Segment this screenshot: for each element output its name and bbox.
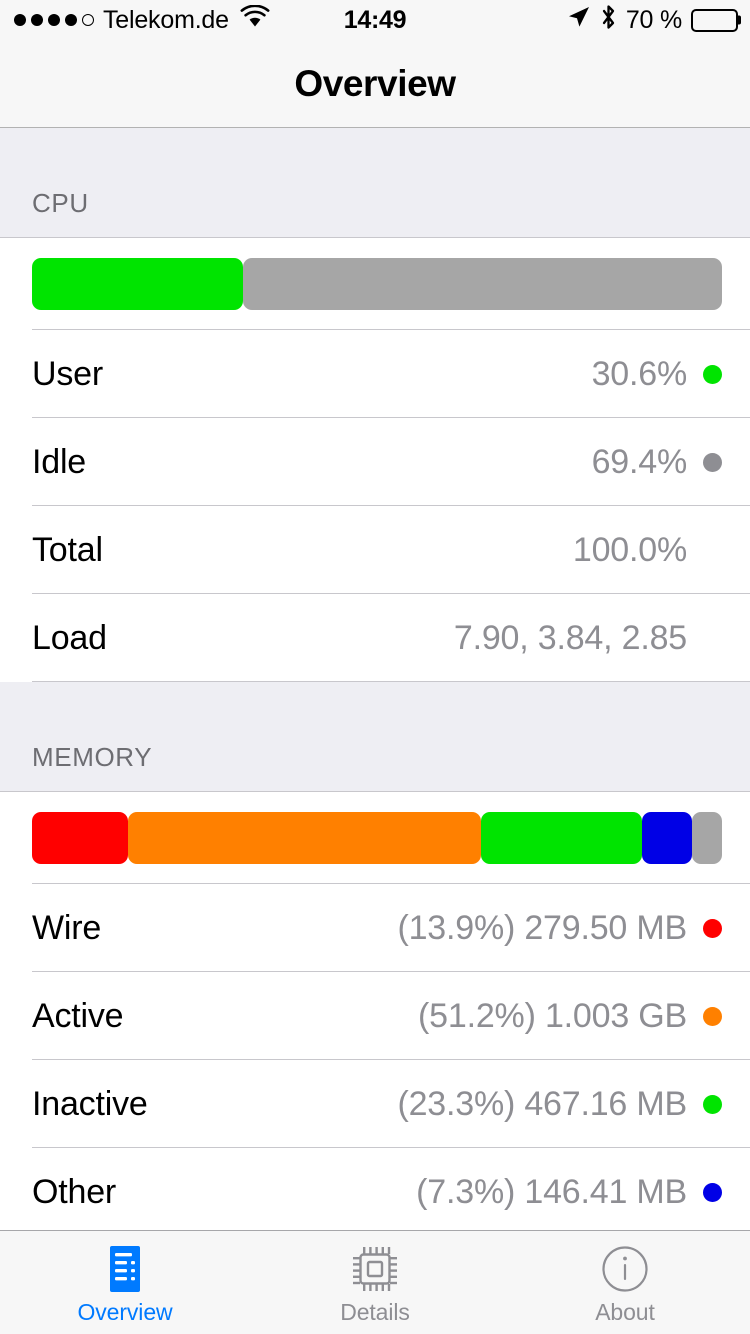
- row-label: Total: [32, 531, 103, 570]
- stats-list[interactable]: CPU User 30.6% Idle 69.4% Total 100.0% Load 7.90…: [0, 128, 750, 1230]
- row-color-dot: [703, 1183, 722, 1202]
- battery-icon: [691, 9, 738, 32]
- row-color-dot: [703, 1007, 722, 1026]
- battery-cap: [738, 16, 741, 25]
- row-label: Idle: [32, 443, 86, 482]
- table-row[interactable]: Total 100.0%: [0, 506, 750, 594]
- row-color-dot: [703, 1095, 722, 1114]
- bar-segment-free: [692, 812, 722, 864]
- tab-details[interactable]: Details: [250, 1231, 500, 1334]
- row-label: Load: [32, 619, 107, 658]
- info-circle-icon: [600, 1245, 650, 1293]
- row-value: 7.90, 3.84, 2.85: [454, 619, 687, 658]
- bar-segment-wire: [32, 812, 128, 864]
- bar-segment-other: [642, 812, 692, 864]
- table-row[interactable]: Idle 69.4%: [0, 418, 750, 506]
- bar-segment-inactive: [481, 812, 642, 864]
- row-value-group: (23.3%) 467.16 MB: [397, 1085, 722, 1124]
- location-arrow-icon: [567, 5, 591, 36]
- table-row[interactable]: Active (51.2%) 1.003 GB: [0, 972, 750, 1060]
- row-value-group: 69.4%: [592, 443, 722, 482]
- row-value: 69.4%: [592, 443, 687, 482]
- navigation-bar: Overview: [0, 40, 750, 128]
- row-label: User: [32, 355, 103, 394]
- status-bar-right: 70 %: [567, 4, 738, 37]
- bluetooth-icon: [600, 4, 617, 37]
- tab-about[interactable]: About: [500, 1231, 750, 1334]
- row-color-dot-placeholder: [703, 541, 722, 560]
- tab-label: About: [595, 1299, 655, 1326]
- row-value: 100.0%: [573, 531, 687, 570]
- row-value-group: (7.3%) 146.41 MB: [416, 1173, 722, 1212]
- memory-usage-bar-row: [0, 792, 750, 884]
- row-color-dot: [703, 365, 722, 384]
- row-label: Other: [32, 1173, 116, 1212]
- row-color-dot-placeholder: [703, 629, 722, 648]
- row-value-group: (13.9%) 279.50 MB: [397, 909, 722, 948]
- row-value-group: 7.90, 3.84, 2.85: [454, 619, 722, 658]
- battery-percentage-label: 70 %: [626, 6, 682, 35]
- row-color-dot: [703, 453, 722, 472]
- section-title: CPU: [32, 188, 89, 219]
- tab-label: Overview: [77, 1299, 172, 1326]
- row-color-dot: [703, 919, 722, 938]
- cpu-chip-icon: [350, 1245, 400, 1293]
- report-document-icon: [104, 1245, 146, 1293]
- row-label: Inactive: [32, 1085, 148, 1124]
- table-row[interactable]: Load 7.90, 3.84, 2.85: [0, 594, 750, 682]
- row-label: Active: [32, 997, 123, 1036]
- row-value: (13.9%) 279.50 MB: [397, 909, 687, 948]
- app-screen: Telekom.de 14:49 70 %: [0, 0, 750, 1334]
- row-value: (51.2%) 1.003 GB: [418, 997, 687, 1036]
- status-bar: Telekom.de 14:49 70 %: [0, 0, 750, 40]
- section-header-memory: MEMORY: [0, 682, 750, 792]
- tab-bar: Overview Details About: [0, 1230, 750, 1334]
- table-row[interactable]: Other (7.3%) 146.41 MB: [0, 1148, 750, 1230]
- row-value: (7.3%) 146.41 MB: [416, 1173, 687, 1212]
- page-title: Overview: [294, 63, 455, 105]
- row-value-group: 100.0%: [573, 531, 722, 570]
- table-row[interactable]: Wire (13.9%) 279.50 MB: [0, 884, 750, 972]
- row-label: Wire: [32, 909, 101, 948]
- table-row[interactable]: User 30.6%: [0, 330, 750, 418]
- section-header-cpu: CPU: [0, 128, 750, 238]
- row-value: (23.3%) 467.16 MB: [397, 1085, 687, 1124]
- bar-segment-idle: [243, 258, 722, 310]
- tab-label: Details: [340, 1299, 410, 1326]
- section-title: MEMORY: [32, 742, 152, 773]
- row-value-group: (51.2%) 1.003 GB: [418, 997, 722, 1036]
- memory-usage-bar: [32, 812, 722, 864]
- row-value-group: 30.6%: [592, 355, 722, 394]
- tab-overview[interactable]: Overview: [0, 1231, 250, 1334]
- table-row[interactable]: Inactive (23.3%) 467.16 MB: [0, 1060, 750, 1148]
- bar-segment-user: [32, 258, 243, 310]
- row-value: 30.6%: [592, 355, 687, 394]
- bar-segment-active: [128, 812, 481, 864]
- cpu-usage-bar-row: [0, 238, 750, 330]
- cpu-usage-bar: [32, 258, 722, 310]
